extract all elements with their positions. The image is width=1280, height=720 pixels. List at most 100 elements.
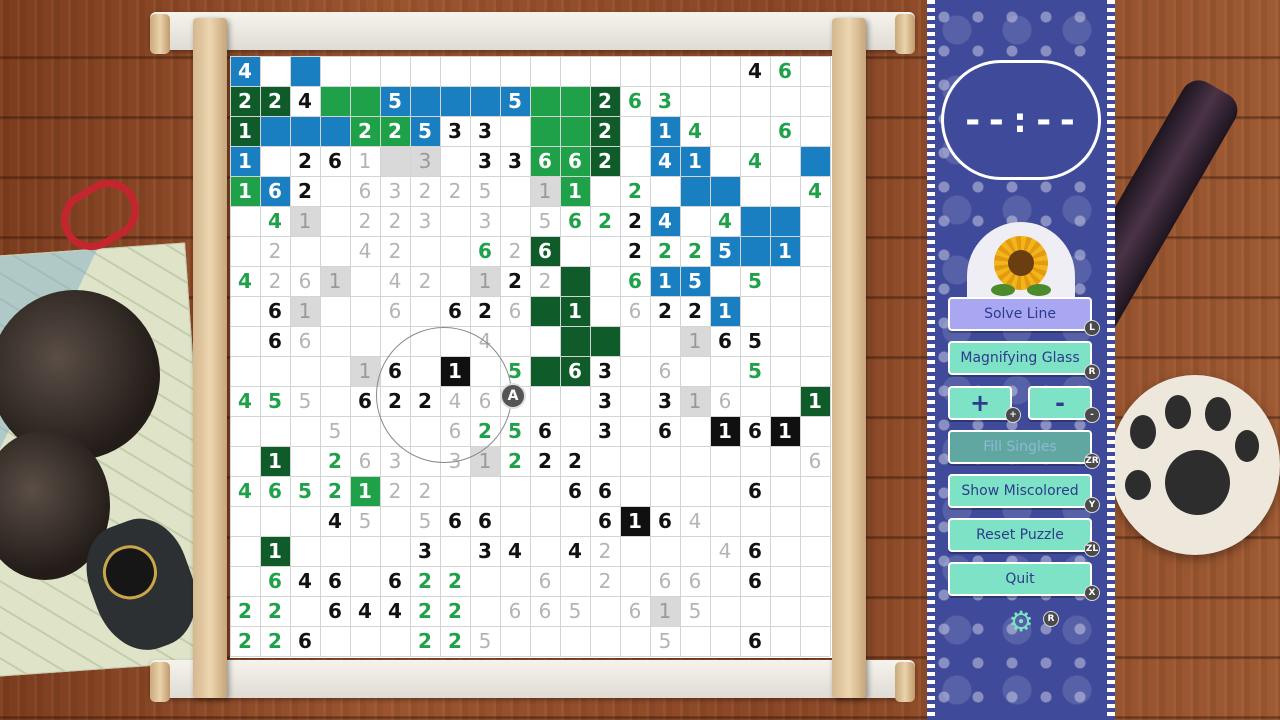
magnifier-cursor[interactable] bbox=[376, 327, 512, 463]
grid-cell[interactable]: 4 bbox=[290, 86, 320, 116]
grid-cell[interactable]: 6 bbox=[290, 266, 320, 296]
grid-cell[interactable] bbox=[740, 206, 770, 236]
grid-cell[interactable] bbox=[800, 146, 830, 176]
grid-cell[interactable]: 6 bbox=[770, 56, 800, 86]
grid-cell[interactable]: 6 bbox=[320, 146, 350, 176]
grid-cell[interactable]: 4 bbox=[500, 536, 530, 566]
grid-cell[interactable]: 3 bbox=[440, 116, 470, 146]
grid-cell[interactable]: 1 bbox=[680, 386, 710, 416]
grid-cell[interactable]: 3 bbox=[410, 536, 440, 566]
grid-cell[interactable]: 6 bbox=[530, 236, 560, 266]
grid-cell[interactable]: 2 bbox=[620, 176, 650, 206]
grid-cell[interactable]: 1 bbox=[680, 146, 710, 176]
grid-cell[interactable]: 2 bbox=[410, 476, 440, 506]
grid-cell[interactable]: 4 bbox=[380, 266, 410, 296]
grid-cell[interactable]: 1 bbox=[290, 296, 320, 326]
grid-cell[interactable]: 6 bbox=[350, 176, 380, 206]
grid-cell[interactable]: 2 bbox=[260, 86, 290, 116]
grid-cell[interactable]: 2 bbox=[260, 596, 290, 626]
grid-cell[interactable]: 4 bbox=[350, 236, 380, 266]
grid-cell[interactable]: 2 bbox=[590, 146, 620, 176]
grid-cell[interactable]: 5 bbox=[740, 266, 770, 296]
grid-cell[interactable] bbox=[590, 326, 620, 356]
grid-cell[interactable]: 2 bbox=[320, 446, 350, 476]
grid-cell[interactable]: 3 bbox=[410, 146, 440, 176]
grid-cell[interactable]: 6 bbox=[650, 566, 680, 596]
grid-cell[interactable]: 1 bbox=[710, 296, 740, 326]
grid-cell[interactable]: 2 bbox=[530, 266, 560, 296]
grid-cell[interactable]: 2 bbox=[260, 626, 290, 656]
grid-cell[interactable]: 6 bbox=[620, 596, 650, 626]
grid-cell[interactable] bbox=[560, 326, 590, 356]
grid-cell[interactable]: 6 bbox=[320, 566, 350, 596]
grid-cell[interactable]: 2 bbox=[440, 566, 470, 596]
grid-cell[interactable]: 3 bbox=[410, 206, 440, 236]
grid-cell[interactable]: 6 bbox=[380, 566, 410, 596]
grid-cell[interactable]: 5 bbox=[470, 626, 500, 656]
grid-cell[interactable]: 2 bbox=[500, 266, 530, 296]
grid-cell[interactable]: 2 bbox=[620, 206, 650, 236]
grid-cell[interactable]: 4 bbox=[320, 506, 350, 536]
grid-cell[interactable]: 1 bbox=[800, 386, 830, 416]
grid-cell[interactable]: 6 bbox=[620, 86, 650, 116]
grid-cell[interactable]: 1 bbox=[230, 176, 260, 206]
grid-cell[interactable]: 5 bbox=[710, 236, 740, 266]
grid-cell[interactable]: 5 bbox=[290, 386, 320, 416]
grid-cell[interactable]: 6 bbox=[650, 506, 680, 536]
grid-cell[interactable]: 1 bbox=[260, 536, 290, 566]
grid-cell[interactable]: 6 bbox=[320, 596, 350, 626]
grid-cell[interactable] bbox=[530, 296, 560, 326]
grid-cell[interactable]: 1 bbox=[650, 596, 680, 626]
grid-cell[interactable]: 2 bbox=[500, 236, 530, 266]
grid-cell[interactable] bbox=[740, 236, 770, 266]
grid-cell[interactable] bbox=[560, 116, 590, 146]
grid-cell[interactable]: 1 bbox=[350, 146, 380, 176]
grid-cell[interactable]: 6 bbox=[380, 296, 410, 326]
grid-cell[interactable]: 5 bbox=[560, 596, 590, 626]
grid-cell[interactable]: 6 bbox=[530, 416, 560, 446]
zoom-in-button[interactable]: + bbox=[948, 386, 1012, 420]
grid-cell[interactable]: 2 bbox=[590, 86, 620, 116]
grid-cell[interactable]: 1 bbox=[470, 266, 500, 296]
grid-cell[interactable]: 6 bbox=[560, 356, 590, 386]
grid-cell[interactable]: 4 bbox=[680, 116, 710, 146]
grid-cell[interactable]: 6 bbox=[260, 296, 290, 326]
grid-cell[interactable]: 1 bbox=[650, 116, 680, 146]
grid-cell[interactable]: 2 bbox=[620, 236, 650, 266]
grid-cell[interactable]: 5 bbox=[350, 506, 380, 536]
grid-cell[interactable]: 6 bbox=[590, 506, 620, 536]
grid-cell[interactable]: 2 bbox=[680, 236, 710, 266]
grid-cell[interactable]: 3 bbox=[590, 416, 620, 446]
grid-cell[interactable]: 1 bbox=[350, 356, 380, 386]
grid-cell[interactable]: 2 bbox=[410, 176, 440, 206]
grid-cell[interactable]: 6 bbox=[620, 266, 650, 296]
grid-cell[interactable]: 4 bbox=[380, 596, 410, 626]
grid-cell[interactable] bbox=[770, 206, 800, 236]
grid-cell[interactable]: 1 bbox=[770, 236, 800, 266]
grid-cell[interactable]: 1 bbox=[560, 176, 590, 206]
grid-cell[interactable]: 2 bbox=[230, 596, 260, 626]
grid-cell[interactable]: 2 bbox=[530, 446, 560, 476]
puzzle-board[interactable]: 4462245526312253321461261333662414162632… bbox=[230, 56, 832, 658]
grid-cell[interactable]: 6 bbox=[260, 326, 290, 356]
grid-cell[interactable]: 5 bbox=[290, 476, 320, 506]
grid-cell[interactable]: 6 bbox=[290, 326, 320, 356]
grid-cell[interactable]: 4 bbox=[740, 146, 770, 176]
grid-cell[interactable]: 2 bbox=[440, 176, 470, 206]
grid-cell[interactable] bbox=[320, 86, 350, 116]
grid-cell[interactable]: 1 bbox=[260, 446, 290, 476]
grid-cell[interactable]: 5 bbox=[740, 326, 770, 356]
grid-cell[interactable]: 5 bbox=[410, 116, 440, 146]
grid-cell[interactable]: 3 bbox=[470, 536, 500, 566]
grid-cell[interactable]: 5 bbox=[500, 86, 530, 116]
grid-cell[interactable]: 1 bbox=[350, 476, 380, 506]
grid-cell[interactable]: 3 bbox=[590, 356, 620, 386]
grid-cell[interactable]: 6 bbox=[470, 236, 500, 266]
grid-cell[interactable]: 6 bbox=[560, 476, 590, 506]
grid-cell[interactable]: 2 bbox=[590, 206, 620, 236]
grid-cell[interactable]: 4 bbox=[650, 146, 680, 176]
grid-cell[interactable]: 4 bbox=[560, 536, 590, 566]
reset-puzzle-button[interactable]: Reset Puzzle bbox=[948, 518, 1092, 552]
grid-cell[interactable]: 2 bbox=[380, 476, 410, 506]
grid-cell[interactable]: 5 bbox=[650, 626, 680, 656]
